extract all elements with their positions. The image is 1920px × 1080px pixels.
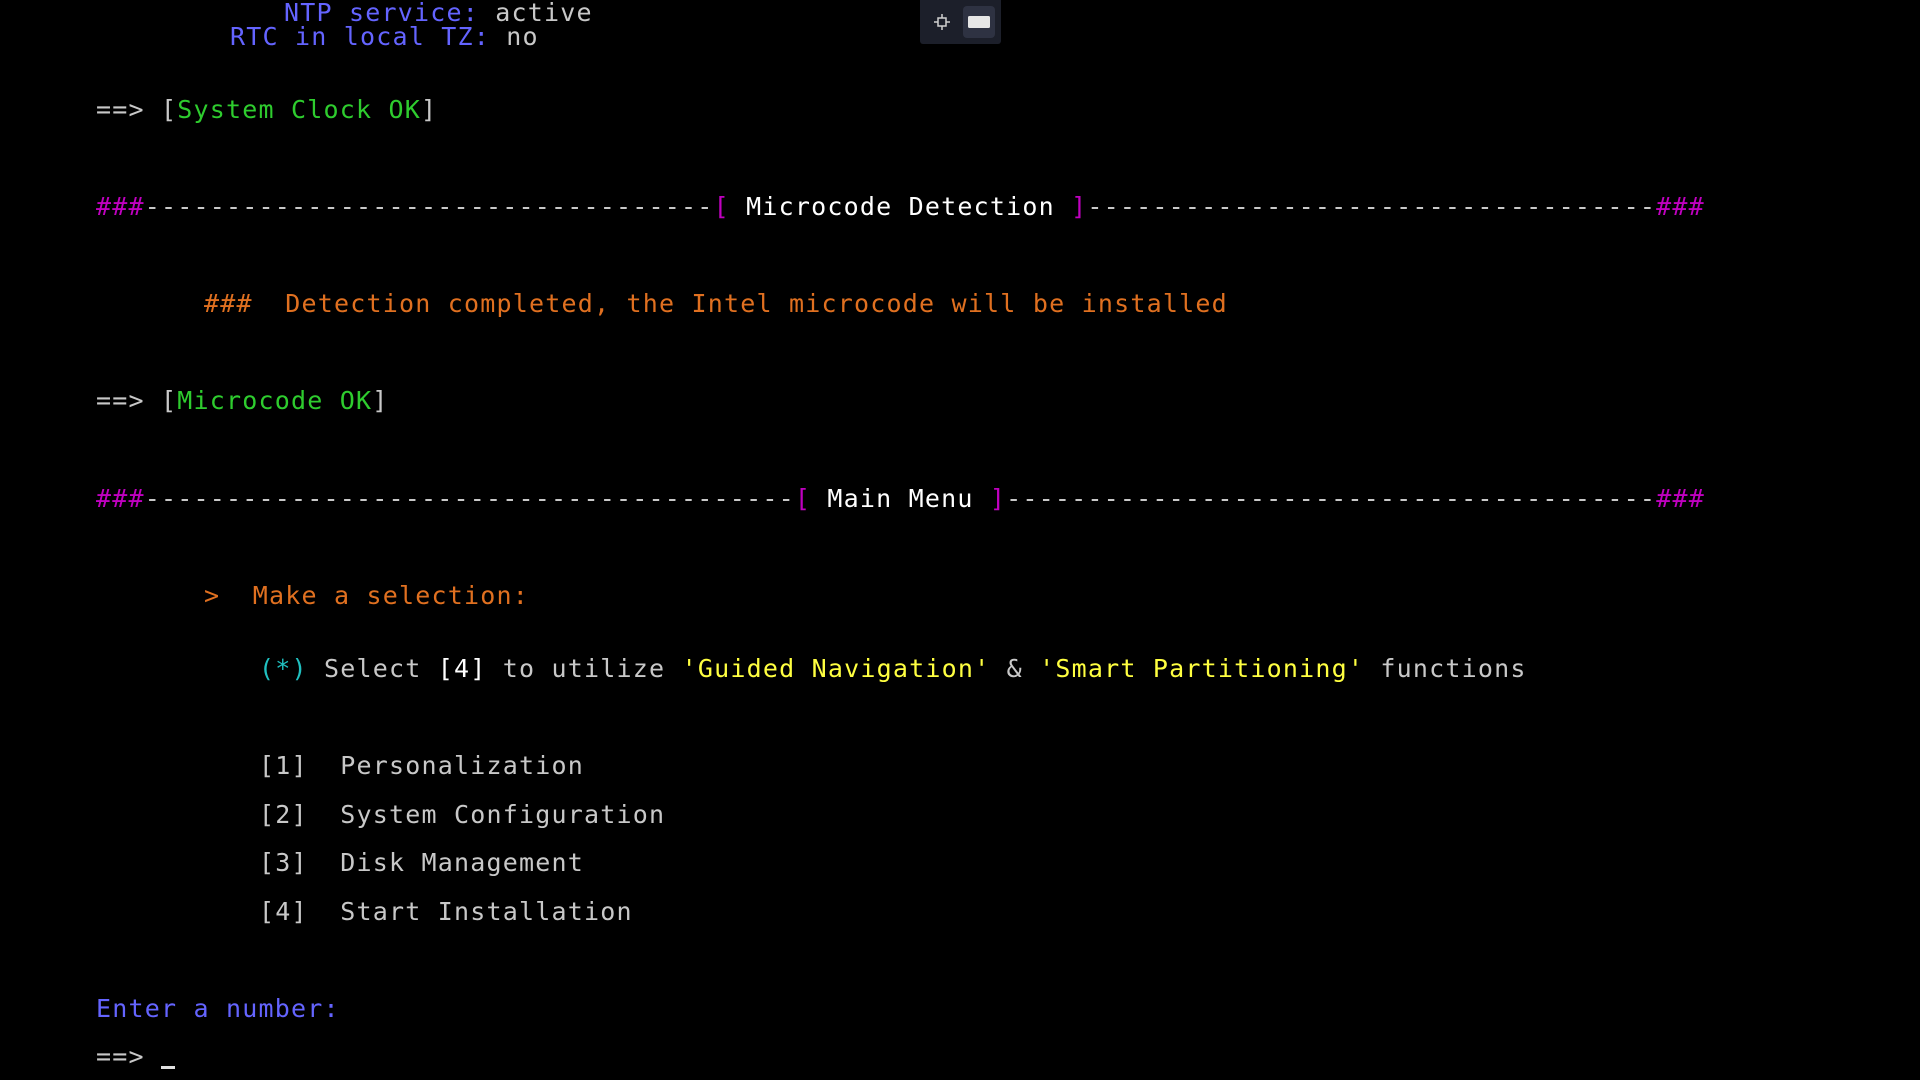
microcode-ok-text: Microcode OK	[177, 386, 373, 415]
number-input-line[interactable]: ==>	[96, 1042, 176, 1072]
text-cursor[interactable]	[161, 1066, 176, 1069]
menu-option-label: Personalization	[340, 751, 585, 780]
rtc-local-tz-label: RTC in local TZ:	[230, 22, 491, 51]
hint-marker: (*)	[259, 654, 308, 683]
status-prefix: ==> [	[96, 95, 178, 124]
header-dashes-right: -----------------------------------	[1087, 192, 1657, 221]
enter-number-prompt: Enter a number:	[96, 994, 340, 1023]
menu-option-key: [3]	[259, 848, 308, 877]
guided-navigation-hint: (*) Select [4] to utilize 'Guided Naviga…	[259, 654, 1527, 684]
status-suffix: ]	[372, 386, 389, 415]
hint-feature-smart-partitioning: 'Smart Partitioning'	[1039, 654, 1365, 683]
menu-option-system-configuration[interactable]: [2] System Configuration	[259, 800, 665, 830]
system-clock-ok-text: System Clock OK	[177, 95, 422, 124]
move-icon	[934, 14, 951, 30]
main-menu-header: ###-------------------------------------…	[96, 484, 1705, 514]
microcode-detection-message: ### Detection completed, the Intel micro…	[204, 289, 1228, 318]
header-bracket-left: [	[794, 484, 812, 513]
header-bracket-right: ]	[1071, 192, 1088, 221]
status-prefix: ==> [	[96, 386, 178, 415]
microcode-section-title: Microcode Detection	[729, 192, 1072, 221]
header-dashes-left: -----------------------------------	[144, 192, 714, 221]
header-dashes-left: ----------------------------------------	[144, 484, 795, 513]
input-arrow: ==>	[96, 1042, 162, 1071]
hint-text: functions	[1364, 654, 1527, 683]
menu-option-label: System Configuration	[340, 800, 666, 829]
keyboard-icon	[967, 16, 990, 28]
header-bracket-left: [	[713, 192, 730, 221]
header-dashes-right: ----------------------------------------	[1006, 484, 1657, 513]
hint-feature-guided-navigation: 'Guided Navigation'	[681, 654, 991, 683]
selection-prompt: > Make a selection:	[204, 581, 529, 611]
menu-option-label: Disk Management	[340, 848, 585, 877]
chevron-right-icon: >	[204, 581, 221, 610]
main-menu-title: Main Menu	[811, 484, 990, 513]
rtc-local-tz-value: no	[506, 22, 539, 51]
selection-prompt-text: Make a selection:	[252, 581, 530, 610]
header-bracket-right: ]	[989, 484, 1007, 513]
header-hash-right: ###	[1656, 484, 1705, 513]
menu-option-key: [2]	[259, 800, 308, 829]
microcode-section-header: ###-----------------------------------[ …	[96, 192, 1705, 222]
rtc-local-tz-line: RTC in local TZ: no	[230, 22, 539, 52]
menu-option-personalization[interactable]: [1] Personalization	[259, 751, 584, 781]
menu-option-start-installation[interactable]: [4] Start Installation	[259, 897, 633, 927]
move-toolbar-button[interactable]	[926, 6, 958, 38]
status-suffix: ]	[421, 95, 438, 124]
hint-text: &	[990, 654, 1040, 683]
hint-key: [4]	[437, 654, 487, 683]
system-clock-status: ==> [System Clock OK]	[96, 95, 437, 125]
hint-text: Select	[307, 654, 438, 683]
menu-option-label: Start Installation	[340, 897, 633, 926]
menu-option-key: [4]	[259, 897, 308, 926]
remote-toolbar	[920, 0, 1001, 44]
header-hash-left: ###	[96, 192, 145, 221]
menu-option-key: [1]	[259, 751, 308, 780]
keyboard-button[interactable]	[962, 6, 995, 38]
hint-text: to utilize	[486, 654, 682, 683]
microcode-status: ==> [Microcode OK]	[96, 386, 389, 416]
header-hash-right: ###	[1656, 192, 1705, 221]
header-hash-left: ###	[96, 484, 145, 513]
menu-option-disk-management[interactable]: [3] Disk Management	[259, 848, 584, 878]
